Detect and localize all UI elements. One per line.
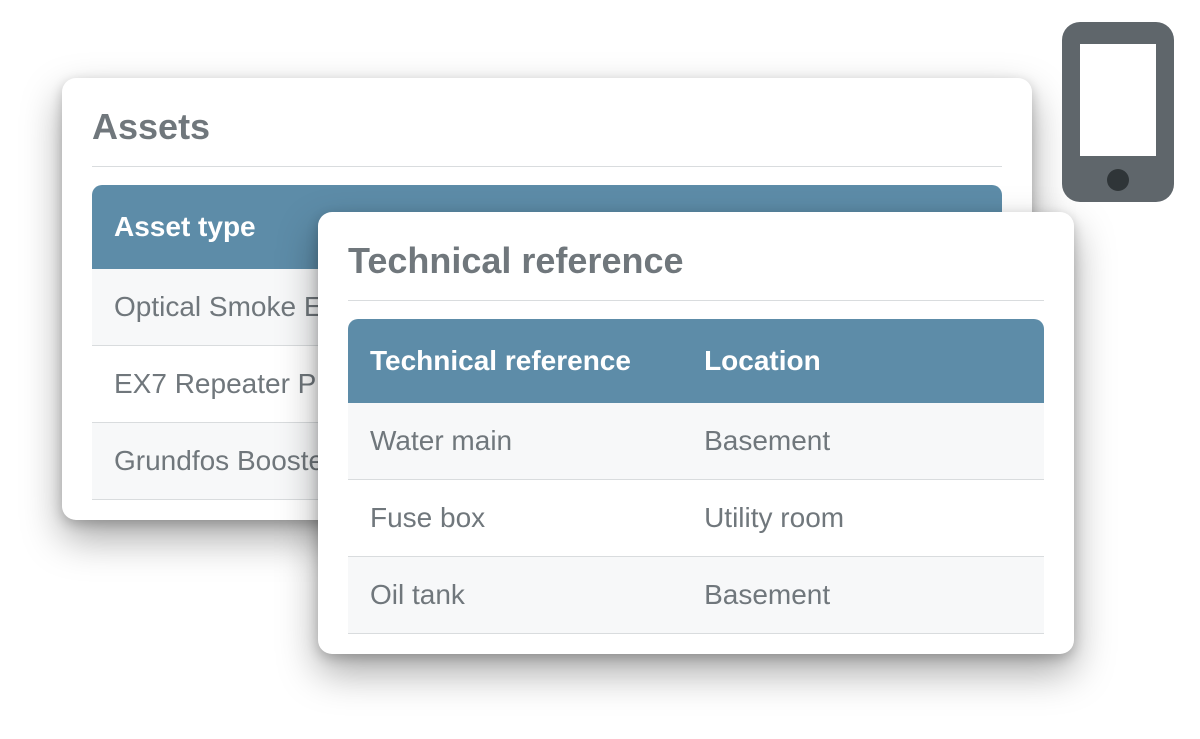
table-row[interactable]: Oil tank Basement: [348, 557, 1044, 634]
technical-reference-card: Technical reference Technical reference …: [318, 212, 1074, 654]
table-row[interactable]: Water main Basement: [348, 403, 1044, 480]
cell-name: Oil tank: [348, 557, 682, 633]
divider: [348, 300, 1044, 301]
cell-location: Basement: [682, 403, 1044, 479]
cell-name: Water main: [348, 403, 682, 479]
cell-name: Fuse box: [348, 480, 682, 556]
cell-location: Basement: [682, 557, 1044, 633]
techref-title: Technical reference: [318, 240, 1074, 300]
table-row[interactable]: Fuse box Utility room: [348, 480, 1044, 557]
techref-table-header: Technical reference Location: [348, 319, 1044, 403]
techref-column-location[interactable]: Location: [682, 319, 1044, 403]
techref-table-body: Water main Basement Fuse box Utility roo…: [348, 403, 1044, 654]
assets-title: Assets: [62, 106, 1032, 166]
mobile-phone-icon: [1054, 18, 1182, 206]
techref-column-name[interactable]: Technical reference: [348, 319, 682, 403]
divider: [92, 166, 1002, 167]
cell-location: Utility room: [682, 480, 1044, 556]
